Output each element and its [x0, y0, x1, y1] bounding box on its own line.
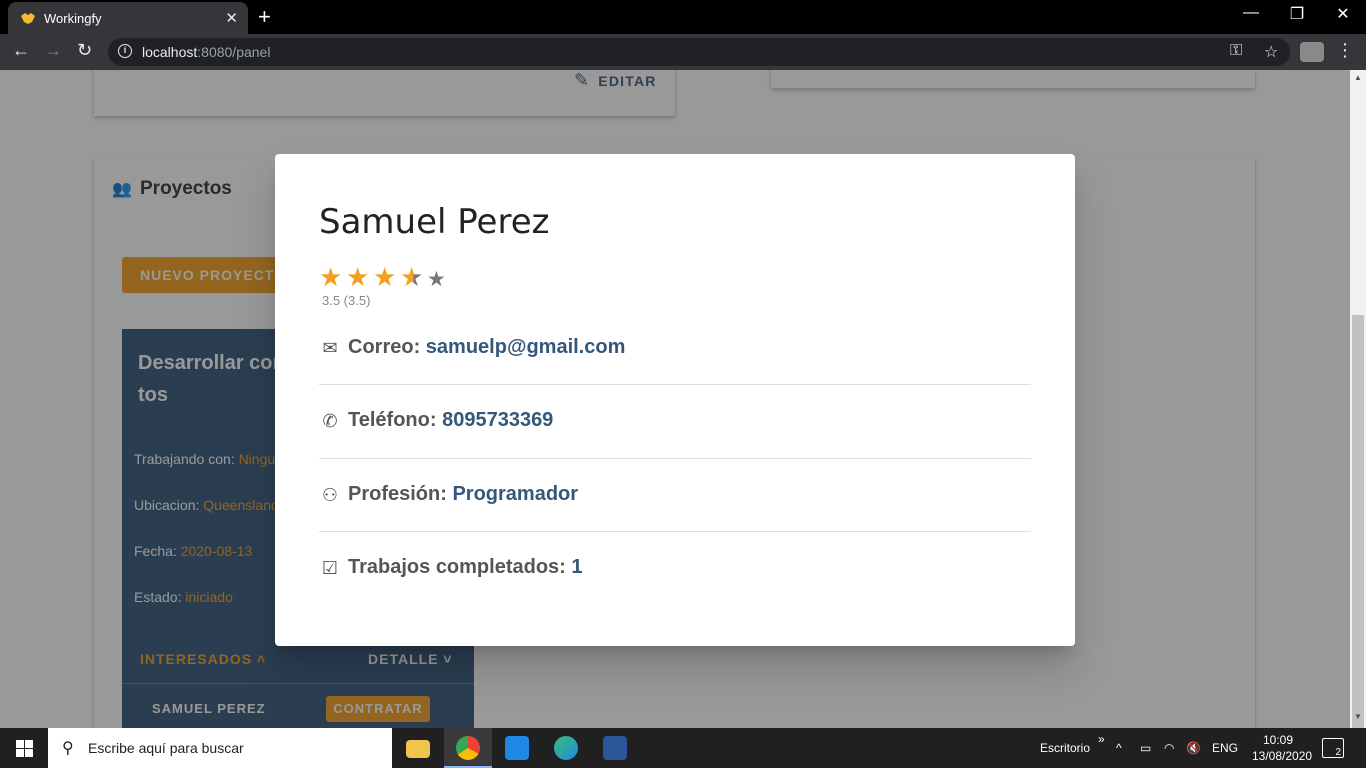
restore-icon[interactable]: ❐: [1274, 4, 1320, 24]
clock-date: 13/08/2020: [1252, 749, 1313, 763]
tab-title: Workingfy: [44, 11, 102, 26]
windows-taskbar: ⚲ Escribe aquí para buscar Escritorio » …: [0, 728, 1366, 768]
phone-icon: ✆: [322, 411, 338, 431]
star-full-icon: ★: [346, 262, 371, 292]
star-half-icon: ★: [400, 262, 427, 293]
completed-value: 1: [571, 556, 583, 578]
star-full-icon: ★: [319, 262, 344, 292]
star-full-icon: ★: [373, 262, 398, 292]
completed-label-wrap: Trabajos completados: 1: [348, 556, 583, 579]
taskbar-search[interactable]: ⚲ Escribe aquí para buscar: [48, 728, 392, 768]
phone-row: ✆ Teléfono: 8095733369: [319, 409, 1031, 473]
profession-row: ⚇ Profesión: Programador: [319, 483, 1031, 547]
notification-count: 2: [1335, 747, 1341, 758]
desktop-toolbar-label[interactable]: Escritorio: [1040, 741, 1090, 755]
checkbox-checked-icon: ☑: [321, 558, 339, 578]
folder-icon: [406, 740, 430, 758]
chrome-app[interactable]: [444, 728, 492, 768]
user-profile-dialog: Samuel Perez ★ ★ ★ ★ ★ 3.5 (3.5) ✉ Correo: s…: [275, 154, 1075, 646]
user-name: Samuel Perez: [319, 202, 550, 242]
new-tab-icon[interactable]: +: [258, 4, 271, 30]
vscode-icon: [505, 736, 529, 760]
chrome-menu-icon[interactable]: ⋮: [1336, 40, 1354, 61]
completed-row: ☑ Trabajos completados: 1: [319, 556, 1031, 620]
handshake-favicon-icon: [21, 13, 35, 24]
email-row: ✉ Correo: samuelp@gmail.com: [319, 336, 1031, 400]
mute-speaker-icon[interactable]: 🔇: [1186, 741, 1201, 755]
scroll-up-icon[interactable]: ▲: [1354, 73, 1362, 82]
reload-icon[interactable]: ↻: [77, 40, 92, 61]
url-text: localhost:8080/panel: [142, 44, 270, 60]
divider: [319, 458, 1031, 459]
word-app[interactable]: [591, 728, 639, 768]
phone-label: Teléfono:: [348, 409, 437, 431]
bookmark-star-icon[interactable]: ☆: [1264, 42, 1278, 62]
email-label: Correo:: [348, 336, 421, 358]
chrome-icon: [456, 736, 480, 760]
divider: [319, 531, 1031, 532]
forward-icon[interactable]: →: [44, 40, 62, 61]
wifi-icon[interactable]: ◠: [1164, 741, 1174, 755]
minimize-icon[interactable]: —: [1228, 4, 1274, 22]
completed-label: Trabajos completados:: [348, 556, 566, 578]
rating-text: 3.5 (3.5): [322, 293, 371, 308]
word-icon: [603, 736, 627, 760]
tray-caret-icon[interactable]: ^: [1116, 741, 1122, 755]
url-path: :8080/panel: [197, 44, 271, 60]
site-info-icon[interactable]: i: [118, 44, 132, 58]
scroll-down-icon[interactable]: ▼: [1354, 712, 1362, 721]
profession-label-wrap: Profesión: Programador: [348, 483, 578, 506]
vscode-app[interactable]: [493, 728, 541, 768]
browser-tab[interactable]: Workingfy ✕: [8, 2, 248, 34]
back-icon[interactable]: ←: [12, 40, 30, 61]
tab-close-icon[interactable]: ✕: [225, 9, 238, 27]
file-explorer-app[interactable]: [394, 728, 442, 768]
edge-icon: [554, 736, 578, 760]
edge-app[interactable]: [542, 728, 590, 768]
expand-chevron-icon[interactable]: »: [1098, 732, 1105, 746]
key-icon[interactable]: ⚿: [1230, 42, 1242, 60]
mail-icon: ✉: [322, 338, 338, 358]
taskbar-clock[interactable]: 10:09 13/08/2020: [1252, 732, 1313, 764]
windows-start-icon[interactable]: [16, 740, 33, 757]
window-close-icon[interactable]: ✕: [1320, 4, 1366, 24]
profile-avatar[interactable]: [1300, 42, 1324, 62]
phone-value: 8095733369: [442, 409, 554, 431]
language-indicator[interactable]: ENG: [1212, 741, 1238, 755]
page-scrollbar[interactable]: ▲ ▼: [1350, 70, 1366, 728]
search-placeholder: Escribe aquí para buscar: [88, 740, 244, 756]
email-value: samuelp@gmail.com: [425, 336, 626, 358]
notification-center-icon[interactable]: 2: [1322, 738, 1344, 758]
profession-value: Programador: [452, 483, 579, 505]
divider: [319, 384, 1031, 385]
search-icon: ⚲: [62, 740, 74, 757]
battery-icon[interactable]: ▭: [1140, 741, 1151, 755]
email-label-wrap: Correo: samuelp@gmail.com: [348, 336, 625, 359]
browser-tabbar: Workingfy ✕ + — ❐ ✕: [0, 0, 1366, 34]
rating-stars: ★ ★ ★ ★ ★: [319, 262, 454, 293]
worker-icon: ⚇: [321, 485, 339, 505]
star-empty-icon: ★: [427, 268, 447, 291]
profession-label: Profesión:: [348, 483, 447, 505]
clock-time: 10:09: [1262, 733, 1294, 747]
url-host: localhost: [142, 44, 198, 60]
scrollbar-thumb[interactable]: [1352, 315, 1364, 728]
address-bar[interactable]: i localhost:8080/panel ⚿ ☆: [108, 38, 1290, 66]
browser-toolbar: ← → ↻ i localhost:8080/panel ⚿ ☆ ⋮: [0, 34, 1366, 70]
phone-label-wrap: Teléfono: 8095733369: [348, 409, 553, 432]
